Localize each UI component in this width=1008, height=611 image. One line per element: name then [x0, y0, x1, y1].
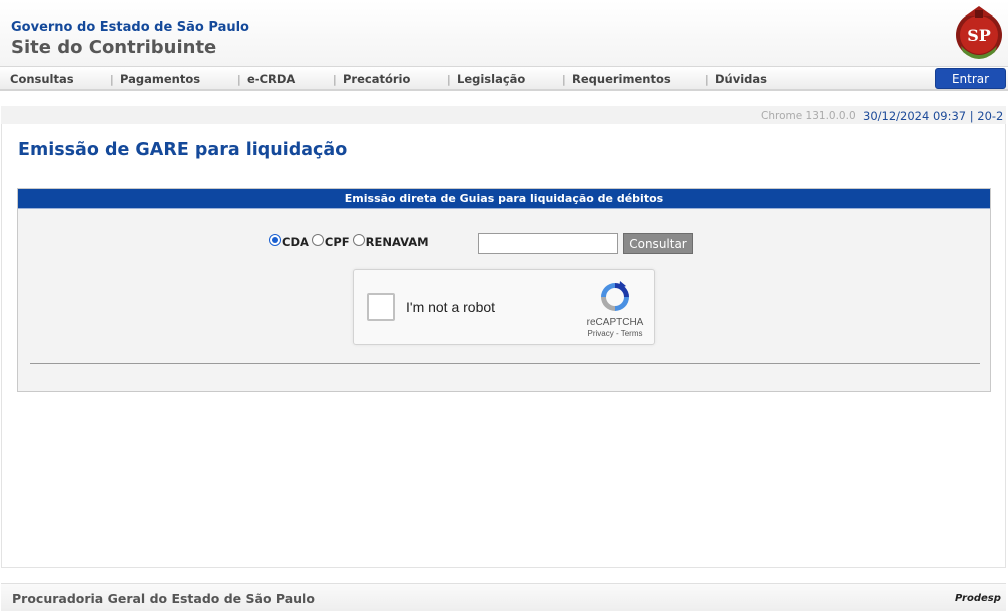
nav-separator: | — [447, 73, 451, 86]
recaptcha-logo-icon — [601, 281, 629, 311]
consultar-button[interactable]: Consultar — [623, 233, 693, 254]
radio-cpf[interactable] — [311, 234, 324, 246]
recaptcha-label: I'm not a robot — [406, 299, 496, 315]
login-button[interactable]: Entrar — [935, 68, 1006, 89]
nav-item-legislacao[interactable]: Legislação — [457, 72, 525, 86]
radio-renavam-label[interactable]: RENAVAM — [366, 235, 429, 249]
nav-item-requerimentos[interactable]: Requerimentos — [572, 72, 671, 86]
panel-header: Emissão direta de Guias para liquidação … — [18, 189, 990, 209]
nav-item-duvidas[interactable]: Dúvidas — [715, 72, 767, 86]
document-type-radio-group: CDA CPF RENAVAM — [269, 233, 432, 249]
government-name: Governo do Estado de São Paulo — [11, 20, 249, 35]
nav-separator: | — [562, 73, 566, 86]
radio-renavam[interactable] — [352, 234, 365, 246]
site-title[interactable]: Site do Contribuinte — [11, 37, 216, 58]
recaptcha-link-separator: - — [615, 329, 619, 338]
document-number-input[interactable] — [478, 233, 618, 254]
site-header: Governo do Estado de São Paulo Site do C… — [0, 0, 1008, 66]
radio-cda[interactable] — [269, 234, 281, 246]
nav-item-precatorio[interactable]: Precatório — [343, 72, 410, 86]
radio-cda-label[interactable]: CDA — [282, 235, 309, 249]
footer-organization: Procuradoria Geral do Estado de São Paul… — [12, 591, 315, 606]
prodesp-logo-icon[interactable]: Prodesp — [955, 593, 1001, 604]
page-title: Emissão de GARE para liquidação — [18, 140, 348, 160]
recaptcha-brand: reCAPTCHA — [586, 317, 644, 328]
panel-divider — [30, 363, 980, 364]
sp-coat-of-arms-icon[interactable]: SP — [951, 4, 1007, 64]
recaptcha-links: Privacy - Terms — [576, 329, 654, 338]
recaptcha-widget: I'm not a robot reCAPTCHA Privacy - Term… — [353, 269, 655, 345]
nav-separator: | — [237, 73, 241, 86]
recaptcha-privacy-link[interactable]: Privacy — [588, 329, 614, 338]
nav-separator: | — [705, 73, 709, 86]
nav-item-pagamentos[interactable]: Pagamentos — [120, 72, 200, 86]
nav-separator: | — [110, 73, 114, 86]
recaptcha-checkbox[interactable] — [367, 293, 395, 321]
browser-version: Chrome 131.0.0.0 — [761, 110, 856, 122]
nav-item-consultas[interactable]: Consultas — [10, 72, 74, 86]
radio-cpf-label[interactable]: CPF — [325, 235, 350, 249]
recaptcha-terms-link[interactable]: Terms — [621, 329, 643, 338]
session-datetime: 30/12/2024 09:37 | 20-2 — [863, 109, 1004, 123]
nav-item-e-crda[interactable]: e-CRDA — [247, 72, 295, 86]
nav-separator: | — [333, 73, 337, 86]
emblem-text: SP — [967, 26, 991, 45]
